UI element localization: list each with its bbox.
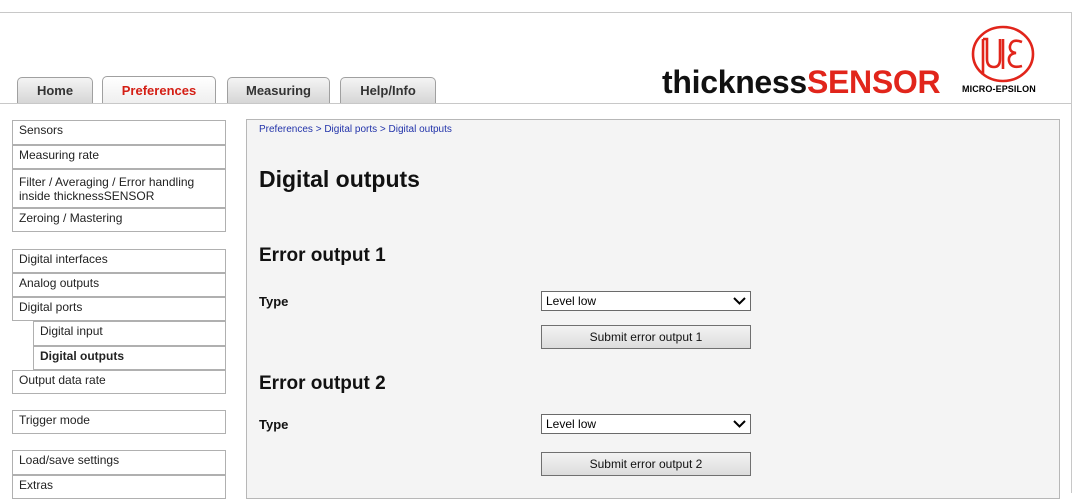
logo-text: MICRO-EPSILON — [962, 84, 1036, 94]
error-output-2-type-select[interactable]: Level low — [541, 414, 751, 434]
chevron-down-icon — [733, 297, 746, 305]
sidebar-item-digital-outputs[interactable]: Digital outputs — [33, 346, 226, 370]
submit-error-output-2-button[interactable]: Submit error output 2 — [541, 452, 751, 476]
tab-preferences[interactable]: Preferences — [102, 76, 216, 104]
chevron-down-icon — [733, 420, 746, 428]
breadcrumb[interactable]: Preferences > Digital ports > Digital ou… — [259, 124, 452, 135]
sidebar-item-digital-interfaces[interactable]: Digital interfaces — [12, 249, 226, 273]
brand-part-sensor: SENSOR — [806, 64, 941, 100]
sidebar-item-zeroing[interactable]: Zeroing / Mastering — [12, 208, 226, 232]
error-output-1-type-select[interactable]: Level low — [541, 291, 751, 311]
tab-measuring[interactable]: Measuring — [227, 77, 330, 103]
error-output-1-type-value: Level low — [546, 294, 597, 308]
sidebar-item-measuring-rate[interactable]: Measuring rate — [12, 145, 226, 169]
sidebar-item-output-data-rate[interactable]: Output data rate — [12, 370, 226, 394]
tab-help-info[interactable]: Help/Info — [340, 77, 436, 103]
tab-baseline — [0, 103, 1072, 104]
header-top-border — [0, 12, 1072, 13]
sidebar-item-extras[interactable]: Extras — [12, 475, 226, 499]
micro-epsilon-logo-icon — [971, 25, 1035, 83]
sidebar-item-trigger-mode[interactable]: Trigger mode — [12, 410, 226, 434]
product-brand: thicknessSENSOR — [662, 64, 941, 101]
sidebar-item-load-save[interactable]: Load/save settings — [12, 450, 226, 475]
brand-part-thickness: thickness — [662, 64, 807, 100]
page-right-border — [1071, 12, 1072, 493]
error-output-2-type-value: Level low — [546, 417, 597, 431]
sidebar-item-digital-input[interactable]: Digital input — [33, 321, 226, 346]
sidebar-item-analog-outputs[interactable]: Analog outputs — [12, 273, 226, 297]
error-output-1-type-label: Type — [259, 294, 289, 309]
error-output-2-type-label: Type — [259, 417, 289, 432]
page-title: Digital outputs — [259, 166, 420, 192]
error-output-1-heading: Error output 1 — [259, 245, 386, 266]
tab-home[interactable]: Home — [17, 77, 93, 103]
sidebar-item-digital-ports[interactable]: Digital ports — [12, 297, 226, 321]
sidebar-item-filter[interactable]: Filter / Averaging / Error handling insi… — [12, 169, 226, 208]
submit-error-output-1-button[interactable]: Submit error output 1 — [541, 325, 751, 349]
error-output-2-heading: Error output 2 — [259, 373, 386, 394]
sidebar-item-sensors[interactable]: Sensors — [12, 120, 226, 145]
